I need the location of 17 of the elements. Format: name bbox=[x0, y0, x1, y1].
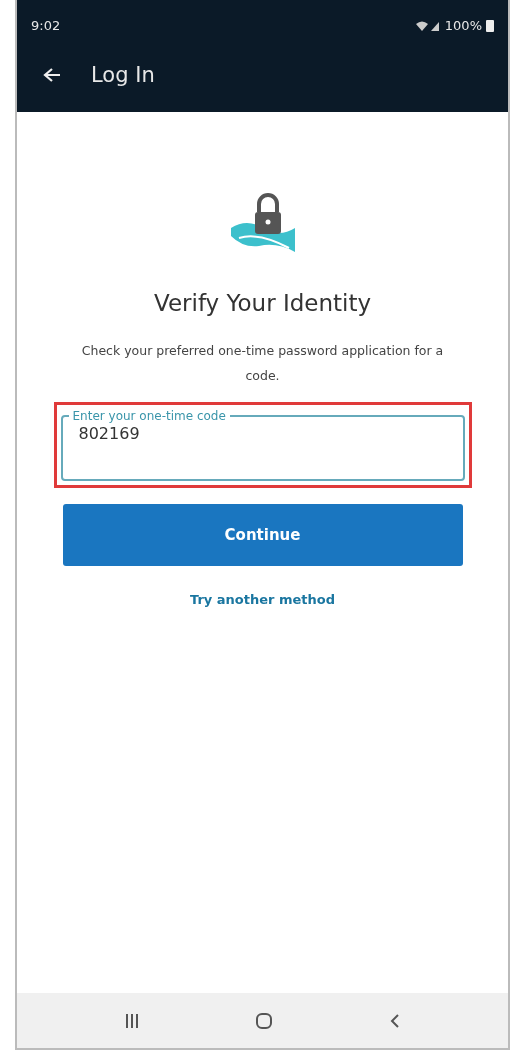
screen-title: Log In bbox=[91, 63, 155, 87]
continue-button[interactable]: Continue bbox=[62, 504, 463, 566]
try-another-method-link[interactable]: Try another method bbox=[189, 592, 336, 607]
page-heading: Verify Your Identity bbox=[153, 290, 372, 316]
back-arrow-icon[interactable] bbox=[43, 67, 61, 83]
status-time: 9:02 bbox=[31, 18, 61, 33]
lock-wave-icon bbox=[228, 192, 297, 254]
back-icon[interactable] bbox=[389, 1012, 400, 1029]
home-icon[interactable] bbox=[255, 1011, 274, 1030]
signal-icon bbox=[414, 19, 441, 32]
field-label: Enter your one-time code bbox=[71, 409, 227, 423]
code-input-field[interactable]: Enter your one-time code 802169 bbox=[60, 409, 465, 481]
battery-icon bbox=[486, 19, 494, 32]
recents-icon[interactable] bbox=[125, 1012, 140, 1029]
code-value-input[interactable]: 802169 bbox=[76, 423, 453, 444]
instruction-text: Check your preferred one-time password application for a code. bbox=[80, 342, 445, 385]
battery-percent: 100% bbox=[444, 18, 482, 33]
